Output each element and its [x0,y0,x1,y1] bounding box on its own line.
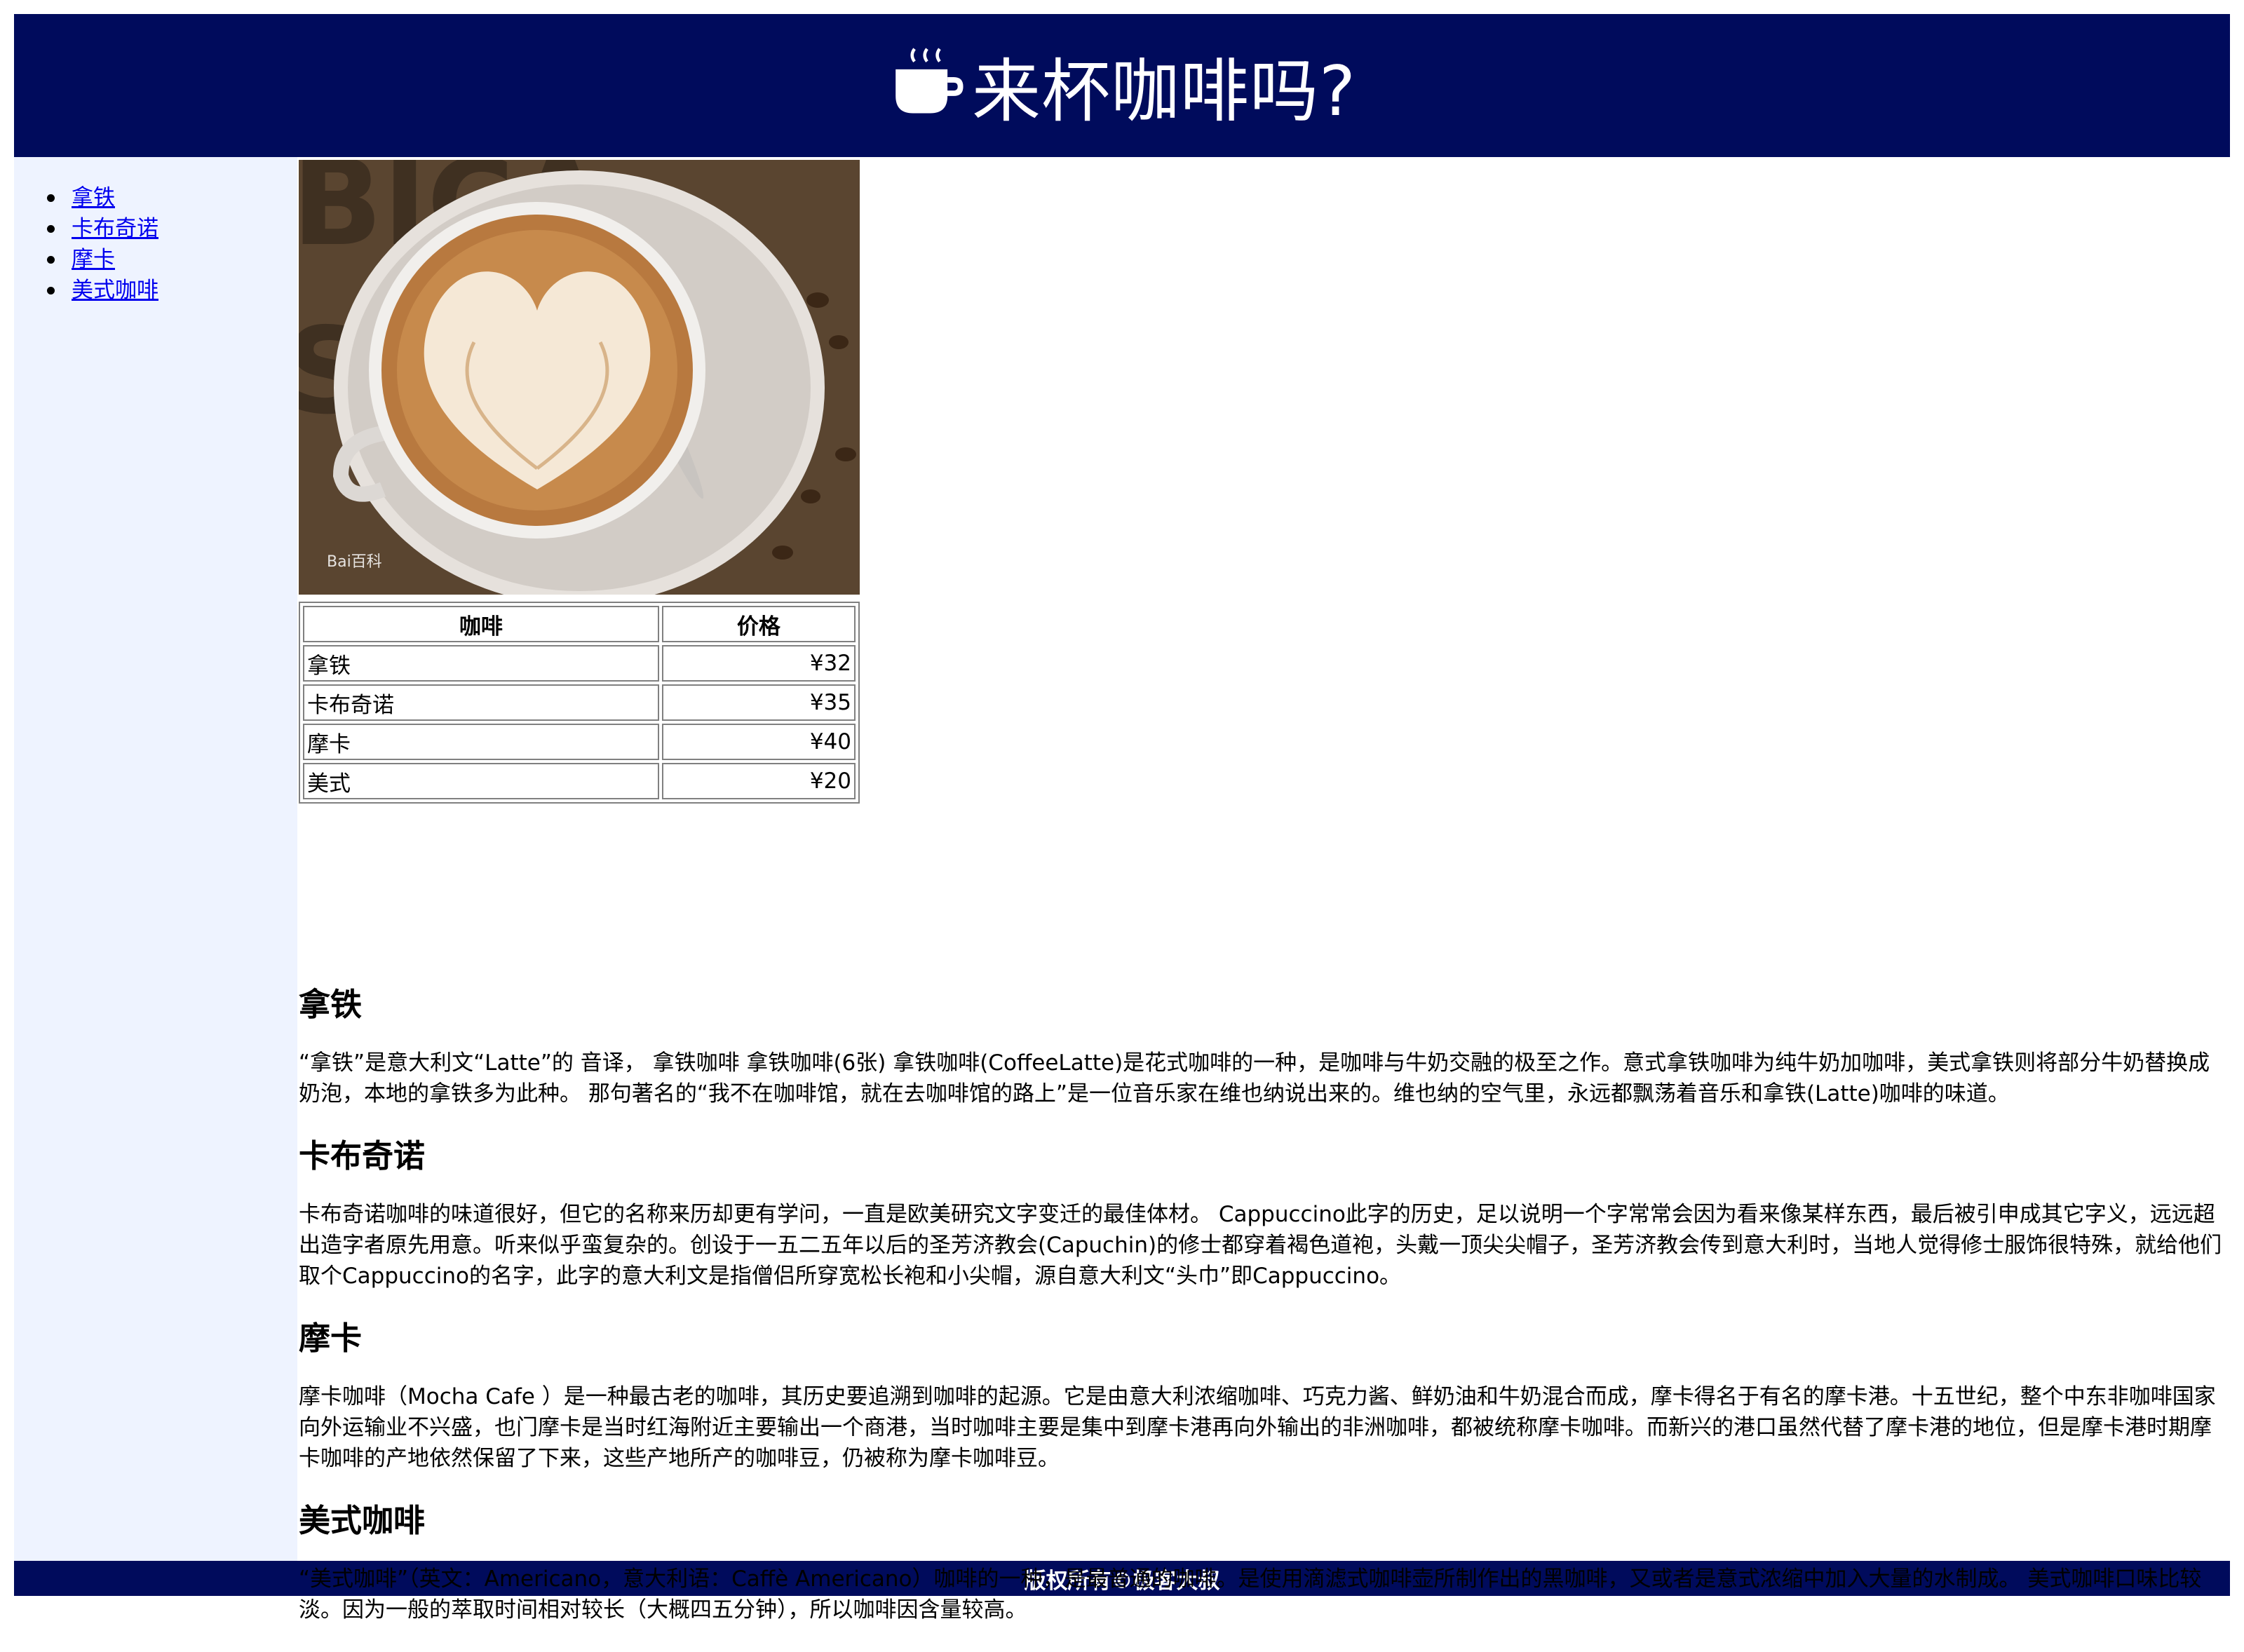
sidebar-item-cappuccino: 卡布奇诺 [14,213,158,244]
section-mocha: 摩卡 摩卡咖啡（Mocha Cafe ）是一种最古老的咖啡，其历史要追溯到咖啡的… [299,1318,2224,1474]
cell-coffee-name: 美式 [303,763,659,799]
table-row: 美式 ¥20 [303,763,856,799]
section-heading: 卡布奇诺 [299,1137,426,1174]
sidebar-link-americano[interactable]: 美式咖啡 [72,278,158,303]
table-header-row: 咖啡 价格 [303,606,856,642]
sidebar-nav: 拿铁 卡布奇诺 摩卡 美式咖啡 [14,182,158,306]
article: 拿铁 “拿铁”是意大利文“Latte”的 音译， 拿铁咖啡 拿铁咖啡(6张) 拿… [299,984,2224,1652]
cell-coffee-price: ¥32 [661,645,856,682]
section-americano: 美式咖啡 “美式咖啡”（英文：Americano，意大利语：Caffè Amer… [299,1501,2224,1625]
sidebar-item-mocha: 摩卡 [14,244,158,275]
sidebar-item-latte: 拿铁 [14,182,158,213]
sidebar: 拿铁 卡布奇诺 摩卡 美式咖啡 [14,157,297,1561]
sidebar-item-americano: 美式咖啡 [14,275,158,306]
sidebar-link-latte[interactable]: 拿铁 [72,185,115,210]
section-paragraph: 摩卡咖啡（Mocha Cafe ）是一种最古老的咖啡，其历史要追溯到咖啡的起源。… [299,1384,2216,1471]
cell-coffee-price: ¥40 [661,724,856,760]
coffee-hero-image: BICA S [299,160,860,595]
cell-coffee-name: 拿铁 [303,645,659,682]
section-paragraph: “拿铁”是意大利文“Latte”的 音译， 拿铁咖啡 拿铁咖啡(6张) 拿铁咖啡… [299,1050,2210,1106]
section-heading: 美式咖啡 [299,1502,426,1539]
sidebar-link-cappuccino[interactable]: 卡布奇诺 [72,216,158,241]
main-content: BICA S [297,157,2230,1623]
coffee-cup-icon [895,48,964,114]
cell-coffee-price: ¥20 [661,763,856,799]
table-row: 卡布奇诺 ¥35 [303,684,856,721]
table-row: 拿铁 ¥32 [303,645,856,682]
section-heading: 拿铁 [299,986,363,1023]
column-header-price: 价格 [661,606,856,642]
cell-coffee-name: 卡布奇诺 [303,684,659,721]
sidebar-link-mocha[interactable]: 摩卡 [72,247,115,272]
section-paragraph: “美式咖啡”（英文：Americano，意大利语：Caffè Americano… [299,1566,2202,1623]
section-cappuccino: 卡布奇诺 卡布奇诺咖啡的味道很好，但它的名称来历却更有学问，一直是欧美研究文字变… [299,1136,2224,1292]
section-paragraph: 卡布奇诺咖啡的味道很好，但它的名称来历却更有学问，一直是欧美研究文字变迁的最佳体… [299,1202,2222,1289]
main-area: 拿铁 卡布奇诺 摩卡 美式咖啡 BICA S [14,157,2230,1623]
site-header: 来杯咖啡吗? [14,14,2230,157]
cell-coffee-price: ¥35 [661,684,856,721]
site-title: 来杯咖啡吗? [971,52,1356,132]
table-row: 摩卡 ¥40 [303,724,856,760]
price-table: 咖啡 价格 拿铁 ¥32 卡布奇诺 ¥35 摩卡 ¥40 美式 ¥20 [299,602,860,804]
watermark-text: Bai百科 [327,553,382,571]
section-heading: 摩卡 [299,1320,363,1357]
page: 来杯咖啡吗? 拿铁 卡布奇诺 摩卡 美式咖啡 BICA S [14,14,2230,1623]
cell-coffee-name: 摩卡 [303,724,659,760]
column-header-coffee: 咖啡 [303,606,659,642]
section-latte: 拿铁 “拿铁”是意大利文“Latte”的 音译， 拿铁咖啡 拿铁咖啡(6张) 拿… [299,984,2224,1109]
